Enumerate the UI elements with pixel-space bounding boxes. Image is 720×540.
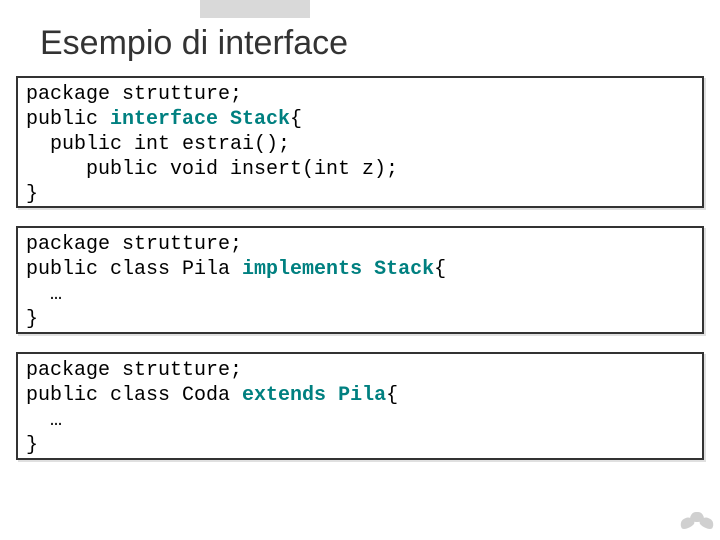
code-line: public [26,108,110,131]
code-line: public void insert(int z); [26,158,398,181]
code-line: public int estrai(); [26,133,290,156]
code-line: } [26,434,38,457]
code-box-coda: package strutture; public class Coda ext… [16,352,704,460]
code-line: package strutture; [26,233,242,256]
code-line: … [26,283,62,306]
code-line: package strutture; [26,359,242,382]
code-line: { [386,384,398,407]
code-box-pila: package strutture; public class Pila imp… [16,226,704,334]
keyword: extends Pila [242,384,386,407]
code-line: package strutture; [26,83,242,106]
code-line: { [290,108,302,131]
slide-title: Esempio di interface [40,24,348,63]
keyword: interface Stack [110,108,290,131]
code-line: … [26,409,62,432]
code-line: } [26,183,38,206]
code-line: { [434,258,446,281]
code-box-interface: package strutture; public interface Stac… [16,76,704,208]
decorative-band [200,0,310,18]
code-line: } [26,308,38,331]
corner-decoration-icon [680,508,714,534]
slide: Esempio di interface package strutture; … [0,0,720,540]
code-line: public class Coda [26,384,242,407]
code-line: public class Pila [26,258,242,281]
keyword: implements Stack [242,258,434,281]
